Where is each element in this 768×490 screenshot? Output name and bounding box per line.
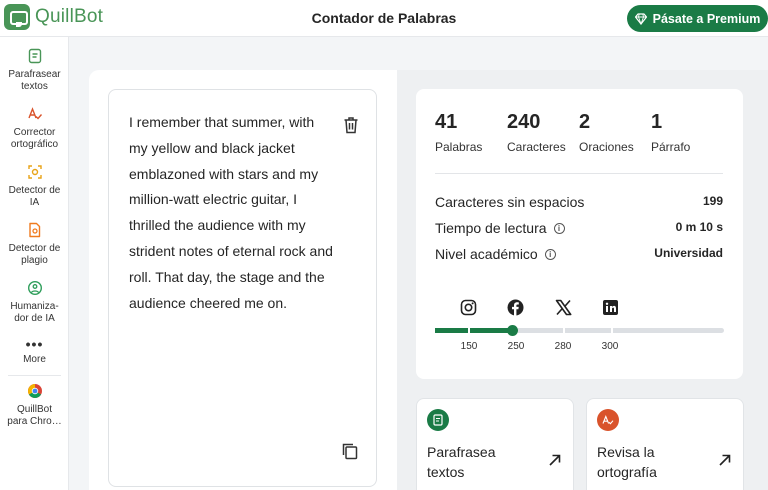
info-icon[interactable]: i [553, 222, 565, 234]
editor-line: thrilled the audience with my [129, 217, 306, 234]
editor-line: roll. That day, the stage and the [129, 268, 325, 285]
tool-card-label: Parafrasea textos [427, 442, 537, 482]
info-icon[interactable]: i [544, 248, 556, 260]
tick-label: 300 [601, 341, 619, 352]
copy-icon[interactable] [341, 442, 359, 460]
sidebar-more[interactable]: ••• More [0, 336, 69, 366]
humanizer-icon [26, 279, 44, 297]
metric-label-text: Tiempo de lectura [435, 220, 547, 236]
sidebar-item-label: Humaniza- [10, 301, 59, 312]
trash-icon[interactable] [343, 116, 359, 134]
sidebar-item-label: IA [29, 197, 40, 208]
sidebar-item-grammar[interactable]: Corrector ortográfico [0, 105, 69, 151]
tick-label: 280 [554, 341, 572, 352]
sidebar-item-ai-detector[interactable]: Detector de IA [0, 163, 69, 209]
metric-label: Tiempo de lectura i [435, 220, 565, 236]
sidebar-item-humanizer[interactable]: Humaniza- dor de IA [0, 279, 69, 325]
sidebar: Parafrasear textos Corrector ortográfico… [0, 37, 69, 490]
facebook-icon[interactable] [505, 297, 525, 317]
sidebar-item-label: plagio [21, 255, 48, 266]
stat-sentences: 2 Oraciones [579, 111, 634, 154]
stat-characters: 240 Caracteres [507, 111, 566, 154]
track-tick [468, 327, 470, 334]
plagiarism-icon [26, 221, 44, 239]
metric-reading-time: Tiempo de lectura i 0 m 10 s [435, 220, 723, 240]
stat-characters-value: 240 [507, 111, 541, 133]
sidebar-item-label: QuillBot [16, 404, 52, 415]
editor-line: strident notes of eternal rock and [129, 242, 333, 259]
sidebar-item-paraphraser[interactable]: Parafrasear textos [0, 47, 69, 93]
x-icon[interactable] [553, 297, 573, 317]
editor-line: audience cheered me on. [129, 294, 287, 311]
sidebar-item-label: Parafrasear [8, 69, 61, 80]
chrome-icon [26, 382, 44, 400]
linkedin-icon[interactable] [600, 297, 620, 317]
tool-card-label-line: ortografía [597, 464, 657, 480]
social-limit-knob [507, 325, 519, 336]
stat-sentences-label: Oraciones [579, 140, 634, 154]
sidebar-item-label: Detector de [8, 185, 61, 196]
metric-label-text: Nivel académico [435, 246, 538, 262]
stat-words: 41 Palabras [435, 111, 482, 154]
metric-value: 0 m 10 s [675, 220, 723, 234]
stat-paragraphs: 1 Párrafo [651, 111, 690, 154]
stat-words-label: Palabras [435, 140, 483, 154]
tick-label: 150 [460, 341, 478, 352]
stat-paragraphs-value: 1 [651, 111, 663, 133]
tool-card-grammar[interactable]: Revisa la ortografía [586, 398, 744, 490]
arrow-up-right-icon [719, 454, 731, 466]
metric-label: Nivel académico i [435, 246, 556, 262]
grammar-icon [597, 409, 619, 431]
tool-card-label-line: textos [427, 464, 465, 480]
instagram-icon[interactable] [458, 297, 478, 317]
tick-label: 250 [507, 341, 525, 352]
tool-card-paraphrase[interactable]: Parafrasea textos [416, 398, 574, 490]
more-dots-icon: ••• [25, 336, 44, 352]
social-limit-progress [435, 328, 513, 333]
editor-line: I remember that summer, with [129, 114, 315, 130]
arrow-up-right-icon [549, 454, 561, 466]
premium-button[interactable]: Pásate a Premium [627, 5, 768, 32]
tool-card-label: Revisa la ortografía [597, 442, 707, 482]
sidebar-item-label: para Chro… [7, 416, 62, 427]
stat-words-value: 41 [435, 111, 458, 133]
sidebar-item-label: textos [21, 81, 48, 92]
paraphrase-icon [427, 409, 449, 431]
stat-paragraphs-label: Párrafo [651, 140, 691, 154]
stat-characters-label: Caracteres [507, 140, 566, 154]
editor-text[interactable]: I remember that summer, with my yellow a… [129, 110, 341, 316]
sidebar-item-label: Corrector [13, 127, 56, 138]
top-bar: QuillBot Contador de Palabras Pásate a P… [0, 0, 768, 37]
track-tick [563, 327, 565, 334]
grammar-icon [26, 105, 44, 123]
editor-line: my yellow and black jacket [129, 139, 295, 156]
stats-card: 41 Palabras 240 Caracteres 2 Oraciones 1… [416, 89, 743, 379]
editor-line: million-watt electric guitar, I [129, 191, 298, 208]
metric-chars-no-spaces: Caracteres sin espacios 199 [435, 194, 723, 214]
diamond-icon [634, 12, 647, 25]
stat-sentences-value: 2 [579, 111, 591, 133]
sidebar-item-chrome-extension[interactable]: QuillBot para Chro… [0, 382, 69, 428]
sidebar-item-plagiarism[interactable]: Detector de plagio [0, 221, 69, 267]
editor-line: emblazoned with stars and my [129, 165, 319, 182]
sidebar-more-label: More [23, 354, 46, 365]
tool-card-label-line: Parafrasea [427, 444, 496, 460]
sidebar-item-label: ortográfico [10, 139, 59, 150]
track-tick [611, 327, 613, 334]
text-editor[interactable]: I remember that summer, with my yellow a… [108, 89, 377, 487]
tool-card-label-line: Revisa la [597, 444, 655, 460]
sidebar-item-label: dor de IA [14, 313, 55, 324]
paraphrase-icon [26, 47, 44, 65]
stats-divider [435, 173, 723, 174]
metric-value: Universidad [654, 246, 723, 260]
sidebar-divider [8, 375, 61, 376]
metric-value: 199 [702, 194, 723, 208]
metric-academic-level: Nivel académico i Universidad [435, 246, 723, 266]
premium-button-label: Pásate a Premium [652, 11, 761, 26]
metric-label: Caracteres sin espacios [435, 194, 584, 210]
sidebar-item-label: Detector de [8, 243, 61, 254]
metric-label-text: Caracteres sin espacios [435, 194, 585, 210]
ai-detector-icon [26, 163, 44, 181]
